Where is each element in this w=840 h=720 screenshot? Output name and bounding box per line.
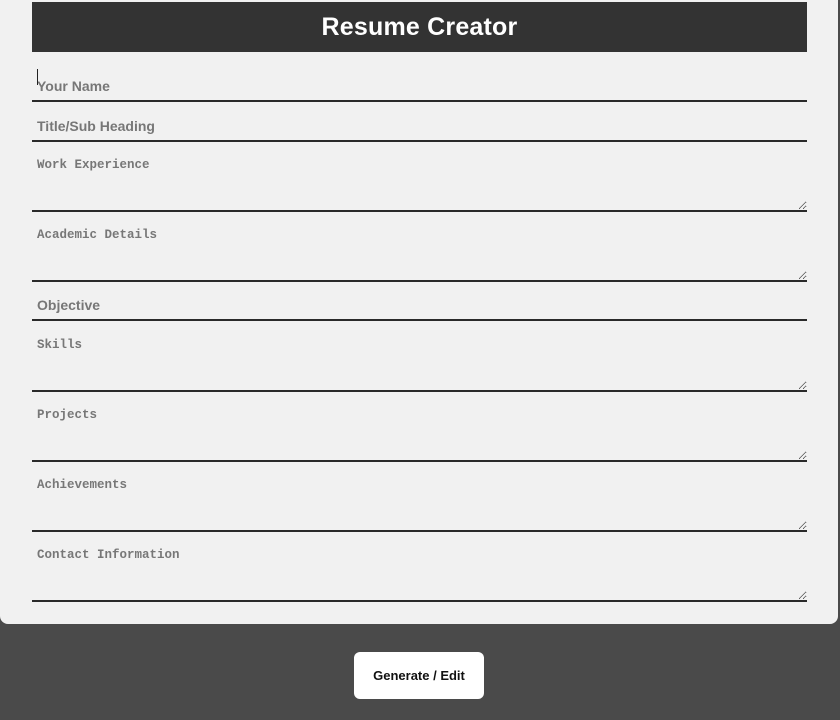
academic-details-textarea[interactable] — [32, 222, 807, 282]
name-input[interactable] — [32, 72, 807, 102]
title-input[interactable] — [32, 112, 807, 142]
contact-information-textarea[interactable] — [32, 542, 807, 602]
skills-textarea[interactable] — [32, 332, 807, 392]
resume-form-card: Resume Creator — [0, 0, 838, 624]
page-title: Resume Creator — [321, 12, 518, 41]
objective-input[interactable] — [32, 291, 807, 321]
actions-bar: Generate / Edit — [0, 624, 840, 720]
header-bar: Resume Creator — [32, 2, 807, 52]
projects-textarea[interactable] — [32, 402, 807, 462]
work-experience-textarea[interactable] — [32, 152, 807, 212]
achievements-textarea[interactable] — [32, 472, 807, 532]
text-cursor — [37, 69, 38, 85]
generate-edit-button[interactable]: Generate / Edit — [354, 652, 484, 699]
